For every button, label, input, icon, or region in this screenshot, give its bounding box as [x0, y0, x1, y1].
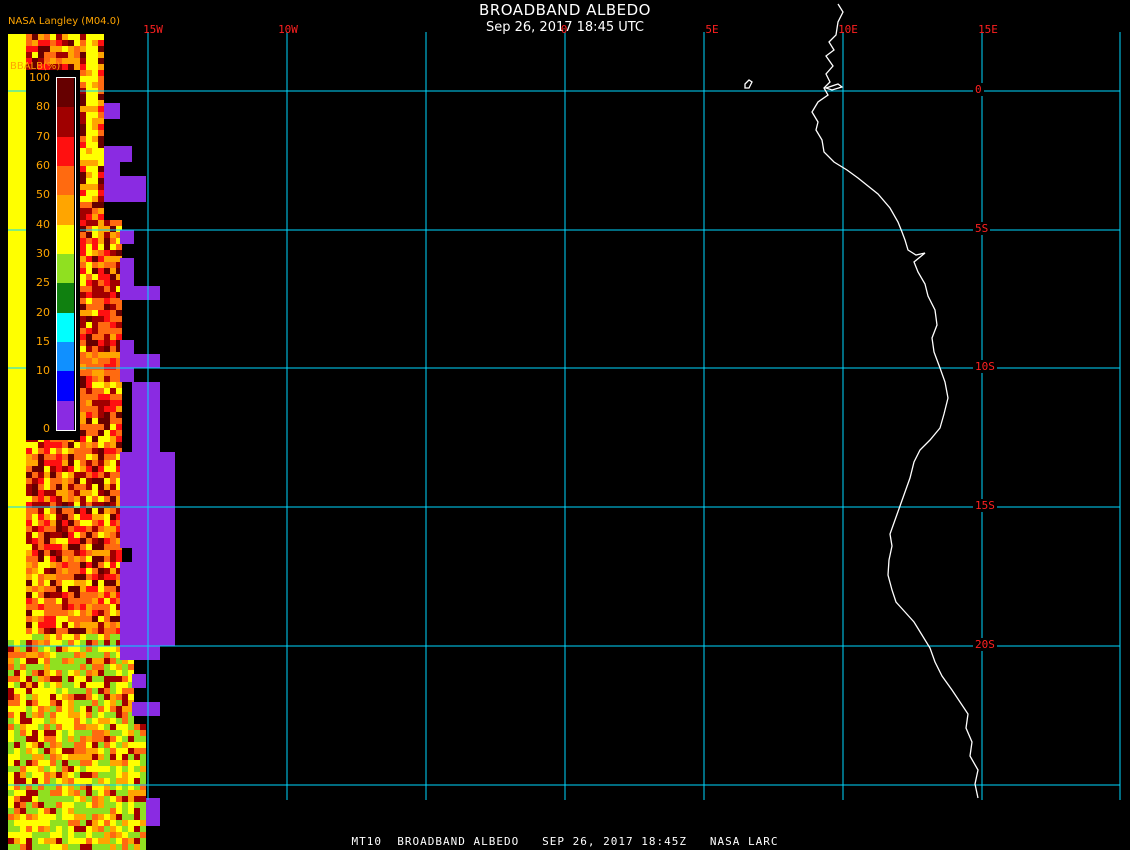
legend-tick-label: 70 — [36, 129, 50, 143]
legend-swatch — [57, 254, 74, 284]
legend-tick-label: 40 — [36, 217, 50, 231]
legend-swatch — [57, 136, 74, 167]
credit-label: NASA Langley (M04.0) — [8, 16, 120, 27]
legend-swatch — [57, 195, 74, 226]
lon-label-10e: 10E — [838, 23, 858, 36]
legend-swatch — [57, 342, 74, 372]
lon-label-15w: 15W — [143, 23, 163, 36]
lat-label-0: 0 — [973, 83, 984, 96]
legend-swatch — [57, 400, 74, 431]
footer-source: NASA LARC — [709, 835, 779, 848]
albedo-map — [0, 0, 1130, 850]
legend-swatch — [57, 78, 74, 108]
lat-label-15s: 15S — [973, 499, 997, 512]
map-title: BROADBAND ALBEDO — [479, 1, 651, 19]
footer-product: MT10 — [351, 835, 383, 848]
legend-tick-label: 25 — [36, 276, 50, 290]
lat-label-20s: 20S — [973, 638, 997, 651]
lon-label-15e: 15E — [978, 23, 998, 36]
legend-swatch — [57, 166, 74, 196]
legend-swatch — [57, 371, 74, 402]
legend-tick-label: 100 — [29, 71, 50, 84]
legend-swatch — [57, 283, 74, 314]
legend-tick-label: 15 — [36, 335, 50, 348]
footer-name: BROADBAND ALBEDO — [397, 835, 520, 848]
lon-label-0: 0 — [560, 23, 568, 36]
lat-label-10s: 10S — [973, 360, 997, 373]
legend-tick-label: 0 — [43, 422, 50, 435]
lat-label-5s: 5S — [973, 222, 991, 235]
legend-tick-label: 50 — [36, 188, 50, 202]
footer-caption: MT10 BROADBAND ALBEDO SEP 26, 2017 18:45… — [0, 835, 1130, 848]
legend-tick-label: 10 — [36, 364, 50, 378]
lon-label-10w: 10W — [278, 23, 298, 36]
lon-label-5e: 5E — [705, 23, 719, 36]
footer-date: SEP 26, 2017 18:45Z — [542, 835, 687, 848]
legend-tick-label: 20 — [36, 305, 50, 319]
legend-swatch — [57, 107, 74, 138]
legend-swatch — [57, 312, 74, 343]
legend-swatch — [57, 224, 74, 255]
legend-tick-label: 60 — [36, 159, 50, 172]
legend-tick-label: 30 — [36, 247, 50, 260]
legend-tick-label: 80 — [36, 100, 50, 114]
